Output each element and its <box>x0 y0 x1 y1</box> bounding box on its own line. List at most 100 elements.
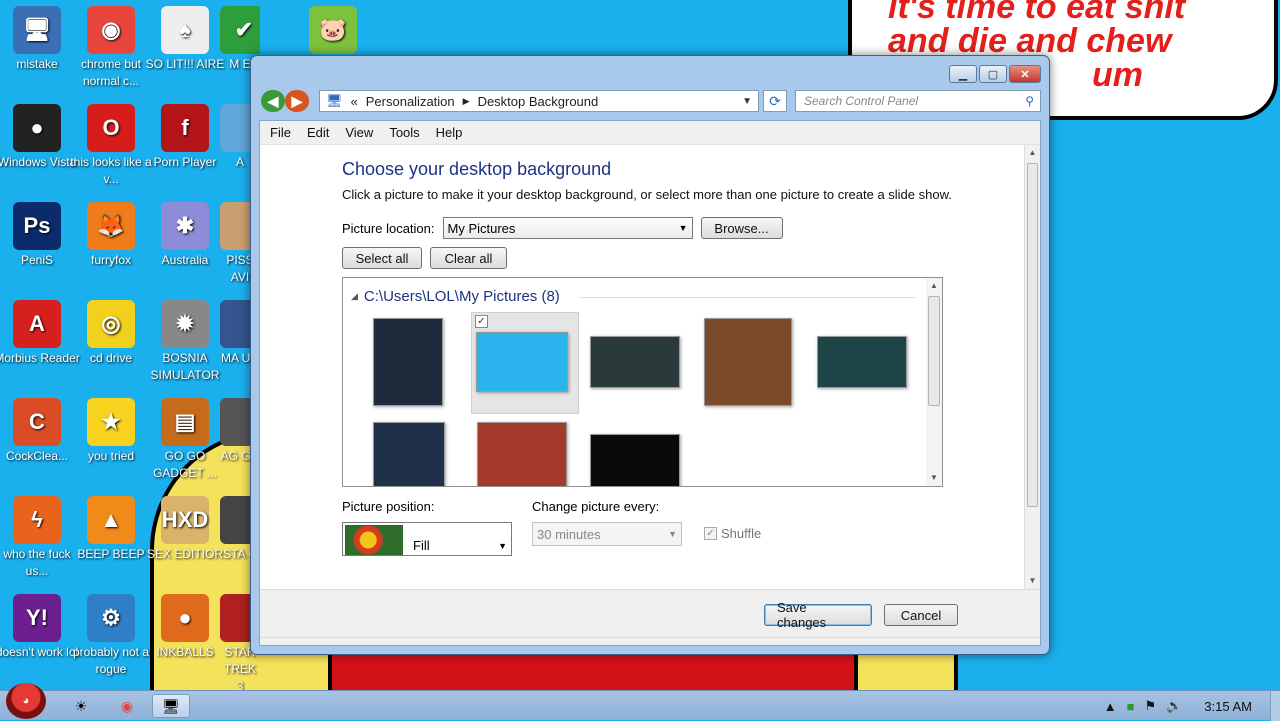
picture-location-select[interactable]: My Pictures ▼ <box>442 217 693 239</box>
search-placeholder: Search Control Panel <box>804 94 919 108</box>
address-bar[interactable]: 🖥 « Personalization ▶ Desktop Background… <box>319 90 759 112</box>
taskbar: ◕ ☀ ◉ 🖥 ▲ ■ ⚑ 🔈 3:15 AM <box>0 683 1280 721</box>
network-icon[interactable]: ■ <box>1127 699 1135 714</box>
show-hidden-icons-icon[interactable]: ▲ <box>1104 699 1117 714</box>
breadcrumb-prefix[interactable]: « <box>351 94 358 109</box>
shuffle-checkbox[interactable]: ✓ Shuffle <box>704 520 761 546</box>
desktop-app-icon: ✹ <box>161 300 209 348</box>
desktop-app-icon: C <box>13 398 61 446</box>
start-button[interactable]: ◕ <box>6 683 46 719</box>
cancel-button[interactable]: Cancel <box>884 604 958 626</box>
desktop-icon[interactable]: ▤ GO GO GADGET ... <box>142 398 228 482</box>
desktop-icon[interactable]: ✱ Australia <box>142 202 228 269</box>
thumbnail-morbius-teal[interactable] <box>817 336 907 388</box>
menu-bar: File Edit View Tools Help <box>260 121 1040 145</box>
divider <box>579 297 916 298</box>
maximize-button[interactable]: ▢ <box>979 65 1007 83</box>
wallpaper-red-shape <box>328 652 858 692</box>
change-every-value: 30 minutes <box>537 526 601 542</box>
close-button[interactable]: ✕ <box>1009 65 1041 83</box>
desktop-app-icon: ◎ <box>87 300 135 348</box>
desktop-icon[interactable]: HXD SEX EDITIOR <box>142 496 228 563</box>
change-every-label: Change picture every: <box>532 499 660 514</box>
gallery-group-title: C:\Users\LOL\My Pictures (8) <box>363 288 560 305</box>
desktop-app-icon: f <box>161 104 209 152</box>
thumbnail-morbius-dark-face[interactable] <box>590 336 680 388</box>
desktop-icon-label: SEX EDITIOR <box>146 547 223 561</box>
desktop-icon[interactable]: f Porn Player <box>142 104 228 171</box>
select-all-button[interactable]: Select all <box>342 247 422 269</box>
change-every-select[interactable]: 30 minutes ▼ <box>532 522 682 546</box>
thumbnail-checkbox[interactable]: ✓ <box>475 315 488 328</box>
desktop-app-icon: 🖥 <box>13 6 61 54</box>
search-input[interactable]: Search Control Panel ⚲ <box>795 90 1041 112</box>
gallery-group-header[interactable]: ◢ C:\Users\LOL\My Pictures (8) <box>351 288 560 305</box>
desktop-app-icon: Y! <box>13 594 61 642</box>
desktop-icon[interactable]: ✹ BOSNIA SIMULATOR <box>142 300 228 384</box>
shuffle-label: Shuffle <box>721 525 762 541</box>
address-dropdown-icon[interactable]: ▼ <box>742 96 758 107</box>
save-changes-button[interactable]: Save changes <box>764 600 872 630</box>
change-picture-group: Change picture every: 30 minutes ▼ ✓ Shu… <box>532 499 761 556</box>
show-desktop-button[interactable] <box>1270 691 1280 721</box>
taskbar-sun-icon[interactable]: ☀ <box>62 694 100 718</box>
desktop-icon[interactable]: ● INKBALLS <box>142 594 228 661</box>
dialog-footer: Save changes Cancel <box>260 589 1040 645</box>
picture-position-select[interactable]: Fill ▼ <box>342 522 512 556</box>
picture-position-value: Fill <box>413 538 430 553</box>
status-bar <box>260 637 1040 645</box>
menu-file[interactable]: File <box>262 125 299 140</box>
browse-button[interactable]: Browse... <box>700 217 783 239</box>
flag-icon[interactable]: ⚑ <box>1144 698 1156 714</box>
thumbnail-morbius-poster-2[interactable] <box>373 422 445 486</box>
scroll-up-icon[interactable]: ▲ <box>1025 145 1040 161</box>
desktop-icon-label: INKBALLS <box>156 645 214 659</box>
gallery-scrollbar[interactable]: ▲ ▼ <box>926 278 942 486</box>
volume-icon[interactable]: 🔈 <box>1166 698 1182 714</box>
collapse-triangle-icon[interactable]: ◢ <box>351 291 358 302</box>
menu-help[interactable]: Help <box>428 125 471 140</box>
navigation-bar: ◀ ▶ 🖥 « Personalization ▶ Desktop Backgr… <box>261 89 1041 113</box>
chevron-down-icon: ▼ <box>678 223 688 233</box>
search-icon[interactable]: ⚲ <box>1025 94 1034 108</box>
back-arrow-icon[interactable]: ◀ <box>261 90 285 112</box>
taskbar-chrome-icon[interactable]: ◉ <box>108 694 146 718</box>
clock[interactable]: 3:15 AM <box>1204 699 1252 714</box>
menu-edit[interactable]: Edit <box>299 125 337 140</box>
breadcrumb-desktop-background[interactable]: Desktop Background <box>478 94 599 109</box>
thumbnail-santa[interactable] <box>477 422 567 486</box>
desktop-icon[interactable]: 🐷 <box>290 6 376 56</box>
refresh-icon[interactable]: ⟳ <box>763 90 787 112</box>
desktop-icon-label: Porn Player <box>153 155 217 169</box>
breadcrumb-separator-icon: ▶ <box>462 95 470 106</box>
breadcrumb-personalization[interactable]: Personalization <box>366 94 455 109</box>
content-scrollbar[interactable]: ▲ ▼ <box>1024 145 1040 589</box>
page-description: Click a picture to make it your desktop … <box>342 187 952 202</box>
scroll-down-icon[interactable]: ▼ <box>1025 573 1040 589</box>
chevron-down-icon: ▼ <box>668 529 677 539</box>
scroll-thumb[interactable] <box>1027 163 1038 507</box>
desktop-app-icon: ⚙ <box>87 594 135 642</box>
desktop-app-icon: ✔ <box>220 6 260 54</box>
menu-tools[interactable]: Tools <box>381 125 427 140</box>
desktop-app-icon: ♠ <box>161 6 209 54</box>
desktop-icon[interactable]: ♠ SO LIT!!! AIRE <box>142 6 228 73</box>
clear-all-button[interactable]: Clear all <box>430 247 507 269</box>
desktop-app-icon: HXD <box>161 496 209 544</box>
scroll-thumb[interactable] <box>928 296 940 406</box>
taskbar-control-panel-icon[interactable]: 🖥 <box>152 694 190 718</box>
minimize-button[interactable]: ▁ <box>949 65 977 83</box>
chevron-down-icon: ▼ <box>498 541 507 551</box>
thumbnail-morbius-poster[interactable] <box>373 318 443 406</box>
thumbnail-cartoon-chef[interactable] <box>476 332 568 392</box>
scroll-up-icon[interactable]: ▲ <box>926 278 942 294</box>
thumbnail-jesus-painting[interactable] <box>704 318 792 406</box>
forward-arrow-icon[interactable]: ▶ <box>285 90 309 112</box>
thumbnail-how-high[interactable] <box>590 434 680 486</box>
menu-view[interactable]: View <box>337 125 381 140</box>
scroll-down-icon[interactable]: ▼ <box>926 470 942 486</box>
desktop-icon-label: Australia <box>161 253 209 267</box>
checkbox-icon: ✓ <box>704 526 717 540</box>
selection-buttons: Select all Clear all <box>342 247 1024 269</box>
position-preview-image <box>345 525 403 555</box>
